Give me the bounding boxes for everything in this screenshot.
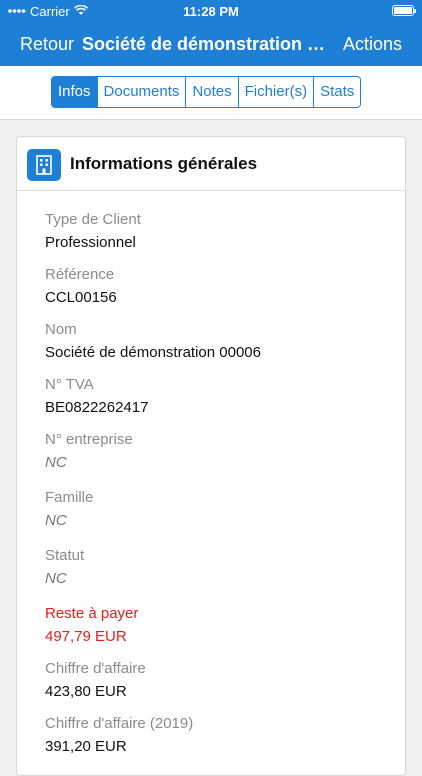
field-value: 423,80 EUR xyxy=(45,683,127,700)
status-bar: Carrier 11:28 PM xyxy=(0,0,422,22)
field-status: Statut NC xyxy=(45,547,395,587)
battery-icon xyxy=(392,5,416,16)
navigation-bar: Retour Société de démonstration 00006 Ac… xyxy=(0,26,422,62)
field-client-type: Type de Client Professionnel xyxy=(45,211,395,251)
back-button[interactable]: Retour xyxy=(20,34,74,55)
field-value: 497,79 EUR xyxy=(45,628,127,645)
card-title: Informations générales xyxy=(70,154,258,173)
field-label: Reste à payer xyxy=(45,605,139,622)
building-icon xyxy=(27,149,61,181)
field-value: Société de démonstration 00006 xyxy=(45,344,261,361)
general-info-card: Informations générales Type de Client Pr… xyxy=(16,136,406,776)
actions-button[interactable]: Actions xyxy=(343,34,402,55)
tab-notes[interactable]: Notes xyxy=(186,77,239,107)
field-value: NC xyxy=(45,454,67,471)
tab-bar-area: Infos Documents Notes Fichier(s) Stats xyxy=(0,66,422,120)
segmented-control: Infos Documents Notes Fichier(s) Stats xyxy=(51,76,362,108)
field-turnover-2019: Chiffre d'affaire (2019) 391,20 EUR xyxy=(45,715,395,755)
field-label: Chiffre d'affaire (2019) xyxy=(45,715,194,732)
tab-files[interactable]: Fichier(s) xyxy=(238,77,315,107)
field-value: NC xyxy=(45,570,67,587)
field-value: CCL00156 xyxy=(45,289,117,306)
card-header: Informations générales xyxy=(17,137,405,191)
field-turnover: Chiffre d'affaire 423,80 EUR xyxy=(45,660,395,700)
field-balance-due: Reste à payer 497,79 EUR xyxy=(45,605,395,645)
field-label: N° TVA xyxy=(45,376,94,393)
field-name: Nom Société de démonstration 00006 xyxy=(45,321,395,361)
field-company-number: N° entreprise NC xyxy=(45,431,395,471)
field-label: Type de Client xyxy=(45,211,141,228)
tab-infos[interactable]: Infos xyxy=(52,77,98,107)
clock: 11:28 PM xyxy=(183,4,239,19)
tab-stats[interactable]: Stats xyxy=(314,77,361,107)
field-label: Chiffre d'affaire xyxy=(45,660,146,677)
field-family: Famille NC xyxy=(45,489,395,529)
field-label: Statut xyxy=(45,547,85,564)
field-value: NC xyxy=(45,512,67,529)
field-label: Nom xyxy=(45,321,77,338)
field-label: N° entreprise xyxy=(45,431,133,448)
tab-documents[interactable]: Documents xyxy=(97,77,187,107)
field-value: 391,20 EUR xyxy=(45,738,127,755)
field-value: BE0822262417 xyxy=(45,399,149,416)
field-label: Référence xyxy=(45,266,115,283)
page-title: Société de démonstration 00006 xyxy=(82,34,334,54)
field-label: Famille xyxy=(45,489,94,506)
field-vat: N° TVA BE0822262417 xyxy=(45,376,395,416)
field-reference: Référence CCL00156 xyxy=(45,266,395,306)
top-bar: Carrier 11:28 PM Retour Société de démon… xyxy=(0,0,422,66)
field-value: Professionnel xyxy=(45,234,136,251)
